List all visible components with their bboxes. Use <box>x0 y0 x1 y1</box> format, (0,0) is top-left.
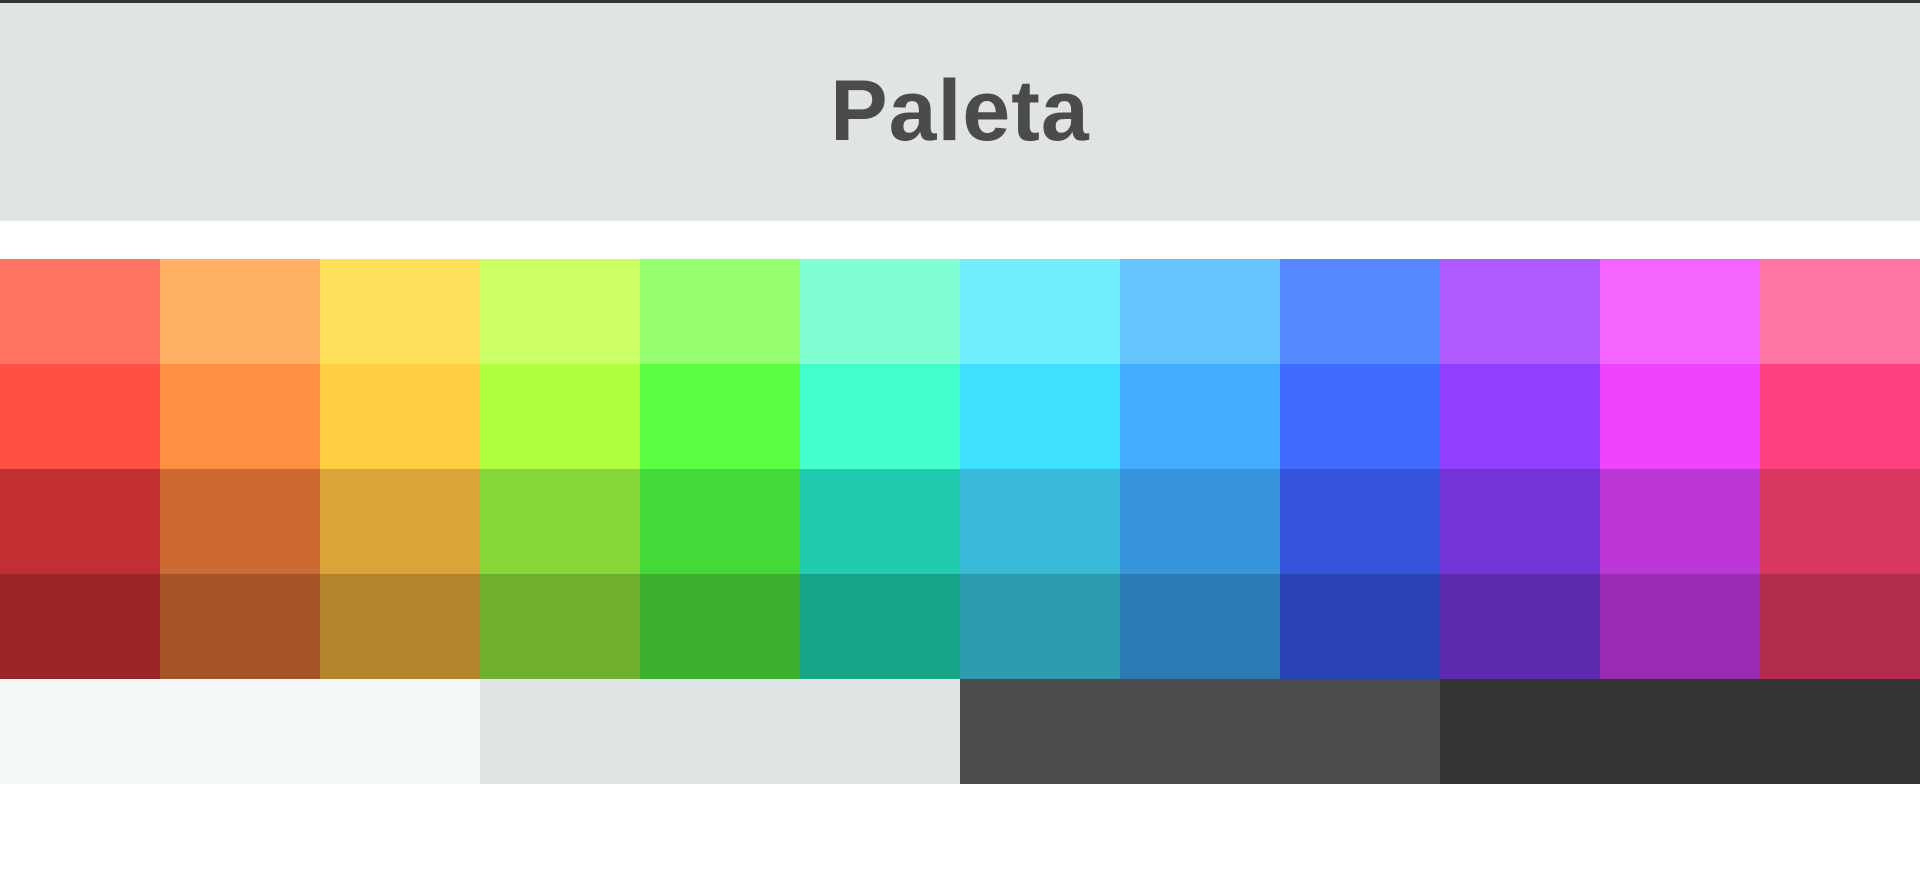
color-swatch-grid <box>0 259 1920 679</box>
swatch-sky-darker[interactable] <box>1120 574 1280 679</box>
swatch-mint-light[interactable] <box>800 259 960 364</box>
swatch-magenta-base[interactable] <box>1600 364 1760 469</box>
swatch-magenta-light[interactable] <box>1600 259 1760 364</box>
swatch-lime-darker[interactable] <box>480 574 640 679</box>
swatch-magenta-dark[interactable] <box>1600 469 1760 574</box>
swatch-purple-dark[interactable] <box>1440 469 1600 574</box>
swatch-red-base[interactable] <box>0 364 160 469</box>
swatch-sky-base[interactable] <box>1120 364 1280 469</box>
swatch-green-darker[interactable] <box>640 574 800 679</box>
swatch-cyan-darker[interactable] <box>960 574 1120 679</box>
swatch-green-dark[interactable] <box>640 469 800 574</box>
swatch-orange-dark[interactable] <box>160 469 320 574</box>
swatch-red-darker[interactable] <box>0 574 160 679</box>
swatch-mint-dark[interactable] <box>800 469 960 574</box>
swatch-cyan-base[interactable] <box>960 364 1120 469</box>
swatch-lime-light[interactable] <box>480 259 640 364</box>
swatch-yellow-darker[interactable] <box>320 574 480 679</box>
swatch-orange-light[interactable] <box>160 259 320 364</box>
swatch-red-dark[interactable] <box>0 469 160 574</box>
swatch-green-base[interactable] <box>640 364 800 469</box>
swatch-pink-base[interactable] <box>1760 364 1920 469</box>
swatch-pink-dark[interactable] <box>1760 469 1920 574</box>
color-palette <box>0 259 1920 784</box>
gray-swatch-row <box>0 679 1920 784</box>
swatch-gray-lightest[interactable] <box>0 679 480 784</box>
swatch-blue-light[interactable] <box>1280 259 1440 364</box>
swatch-lime-base[interactable] <box>480 364 640 469</box>
swatch-red-light[interactable] <box>0 259 160 364</box>
swatch-magenta-darker[interactable] <box>1600 574 1760 679</box>
swatch-purple-base[interactable] <box>1440 364 1600 469</box>
swatch-sky-dark[interactable] <box>1120 469 1280 574</box>
swatch-gray-darkest[interactable] <box>1440 679 1920 784</box>
swatch-purple-darker[interactable] <box>1440 574 1600 679</box>
swatch-yellow-base[interactable] <box>320 364 480 469</box>
swatch-orange-base[interactable] <box>160 364 320 469</box>
swatch-mint-darker[interactable] <box>800 574 960 679</box>
swatch-blue-darker[interactable] <box>1280 574 1440 679</box>
swatch-yellow-light[interactable] <box>320 259 480 364</box>
swatch-mint-base[interactable] <box>800 364 960 469</box>
swatch-gray-light[interactable] <box>480 679 960 784</box>
swatch-pink-darker[interactable] <box>1760 574 1920 679</box>
swatch-lime-dark[interactable] <box>480 469 640 574</box>
swatch-orange-darker[interactable] <box>160 574 320 679</box>
swatch-pink-light[interactable] <box>1760 259 1920 364</box>
swatch-blue-base[interactable] <box>1280 364 1440 469</box>
swatch-gray-dark[interactable] <box>960 679 1440 784</box>
swatch-blue-dark[interactable] <box>1280 469 1440 574</box>
swatch-cyan-dark[interactable] <box>960 469 1120 574</box>
page-title: Paleta <box>830 63 1090 159</box>
swatch-cyan-light[interactable] <box>960 259 1120 364</box>
swatch-purple-light[interactable] <box>1440 259 1600 364</box>
swatch-green-light[interactable] <box>640 259 800 364</box>
page-header: Paleta <box>0 3 1920 221</box>
swatch-yellow-dark[interactable] <box>320 469 480 574</box>
swatch-sky-light[interactable] <box>1120 259 1280 364</box>
